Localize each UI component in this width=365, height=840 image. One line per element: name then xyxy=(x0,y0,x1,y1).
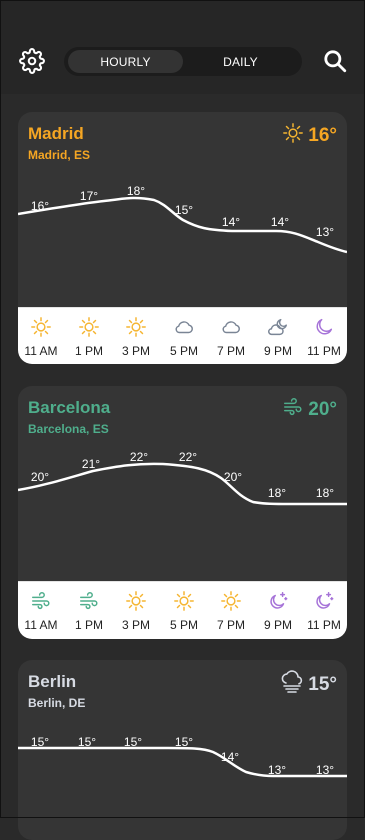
wind-icon xyxy=(78,590,100,612)
hour-temp: 16° xyxy=(30,199,50,213)
sun-icon xyxy=(78,316,100,338)
sun-icon xyxy=(125,590,147,612)
hour-slot: 11 AM xyxy=(18,582,64,639)
hour-temp: 15° xyxy=(30,735,50,749)
hour-time: 11 PM xyxy=(307,618,341,632)
settings-button[interactable] xyxy=(17,46,47,76)
hour-slot: 11 PM xyxy=(301,582,347,639)
hour-temp: 22° xyxy=(178,450,198,464)
hour-slot: 7 PM xyxy=(208,582,254,639)
hour-time: 3 PM xyxy=(121,618,150,632)
hour-temp: 13° xyxy=(267,763,287,777)
search-button[interactable] xyxy=(320,46,350,76)
hour-temp: 18° xyxy=(126,184,146,198)
city-card-madrid[interactable]: Madrid Madrid, ES 16° 16° 17° 18° 15° 14… xyxy=(18,112,347,364)
hour-temp: 21° xyxy=(81,457,101,471)
hour-slot: 5 PM xyxy=(161,582,207,639)
moon-icon xyxy=(313,316,335,338)
sun-icon xyxy=(125,316,147,338)
hour-slot: 1 PM xyxy=(66,582,112,639)
hour-slot: 9 PM xyxy=(255,582,301,639)
hour-temp: 18° xyxy=(315,486,335,500)
gear-icon xyxy=(19,48,45,74)
hour-slot: 3 PM xyxy=(113,582,159,639)
temperature-curve xyxy=(18,746,347,778)
cloud-icon xyxy=(220,316,242,338)
hour-slot: 11 AM xyxy=(18,308,64,364)
hour-temp: 13° xyxy=(315,763,335,777)
moon-stars-icon xyxy=(267,590,289,612)
hour-temp: 14° xyxy=(270,215,290,229)
hour-temp: 13° xyxy=(315,225,335,239)
hour-temp: 15° xyxy=(123,735,143,749)
hourly-forecast-strip: 11 AM 1 PM 3 PM 5 PM 7 PM 9 PM 11 PM xyxy=(18,307,347,364)
hour-time: 7 PM xyxy=(216,618,245,632)
sun-icon xyxy=(220,590,242,612)
hour-time: 7 PM xyxy=(216,344,245,358)
hour-temp: 15° xyxy=(174,203,194,217)
hour-temp: 18° xyxy=(267,486,287,500)
hour-time: 11 AM xyxy=(24,344,58,358)
hour-slot: 11 PM xyxy=(301,308,347,364)
hour-slot: 9 PM xyxy=(255,308,301,364)
hour-temp: 14° xyxy=(221,215,241,229)
hour-temp: 15° xyxy=(77,735,97,749)
hour-time: 11 AM xyxy=(24,618,58,632)
hour-slot: 5 PM xyxy=(161,308,207,364)
wind-icon xyxy=(30,590,52,612)
tab-daily[interactable]: DAILY xyxy=(183,50,298,73)
cloud-icon xyxy=(173,316,195,338)
hour-time: 1 PM xyxy=(74,344,103,358)
temperature-line xyxy=(18,462,347,506)
top-bar: HOURLY DAILY xyxy=(0,0,365,94)
hour-temp: 20° xyxy=(30,470,50,484)
temperature-curve xyxy=(18,462,347,506)
hour-time: 11 PM xyxy=(307,344,341,358)
hour-slot: 1 PM xyxy=(66,308,112,364)
hour-temp: 20° xyxy=(223,470,243,484)
hour-time: 3 PM xyxy=(121,344,150,358)
city-card-berlin[interactable]: Berlin Berlin, DE 15° 15° 15° 15° 15° 14… xyxy=(18,660,347,840)
sun-icon xyxy=(30,316,52,338)
sun-icon xyxy=(173,590,195,612)
hour-temp: 14° xyxy=(220,750,240,764)
hour-time: 5 PM xyxy=(169,618,198,632)
hour-temp: 17° xyxy=(79,189,99,203)
hour-slot: 3 PM xyxy=(113,308,159,364)
hour-temp: 15° xyxy=(174,735,194,749)
temperature-line xyxy=(18,746,347,778)
cloud-moon-icon xyxy=(267,316,289,338)
hour-temp: 22° xyxy=(129,450,149,464)
hour-time: 9 PM xyxy=(263,344,292,358)
hour-time: 9 PM xyxy=(263,618,292,632)
tab-hourly[interactable]: HOURLY xyxy=(68,50,183,73)
hour-time: 5 PM xyxy=(169,344,198,358)
moon-stars-icon xyxy=(313,590,335,612)
view-toggle: HOURLY DAILY xyxy=(64,47,302,76)
hourly-forecast-strip: 11 AM 1 PM 3 PM 5 PM 7 PM 9 PM 11 PM xyxy=(18,581,347,639)
hour-time: 1 PM xyxy=(74,618,103,632)
city-card-barcelona[interactable]: Barcelona Barcelona, ES 20° 20° 21° 22° … xyxy=(18,386,347,639)
search-icon xyxy=(324,50,347,73)
hour-slot: 7 PM xyxy=(208,308,254,364)
